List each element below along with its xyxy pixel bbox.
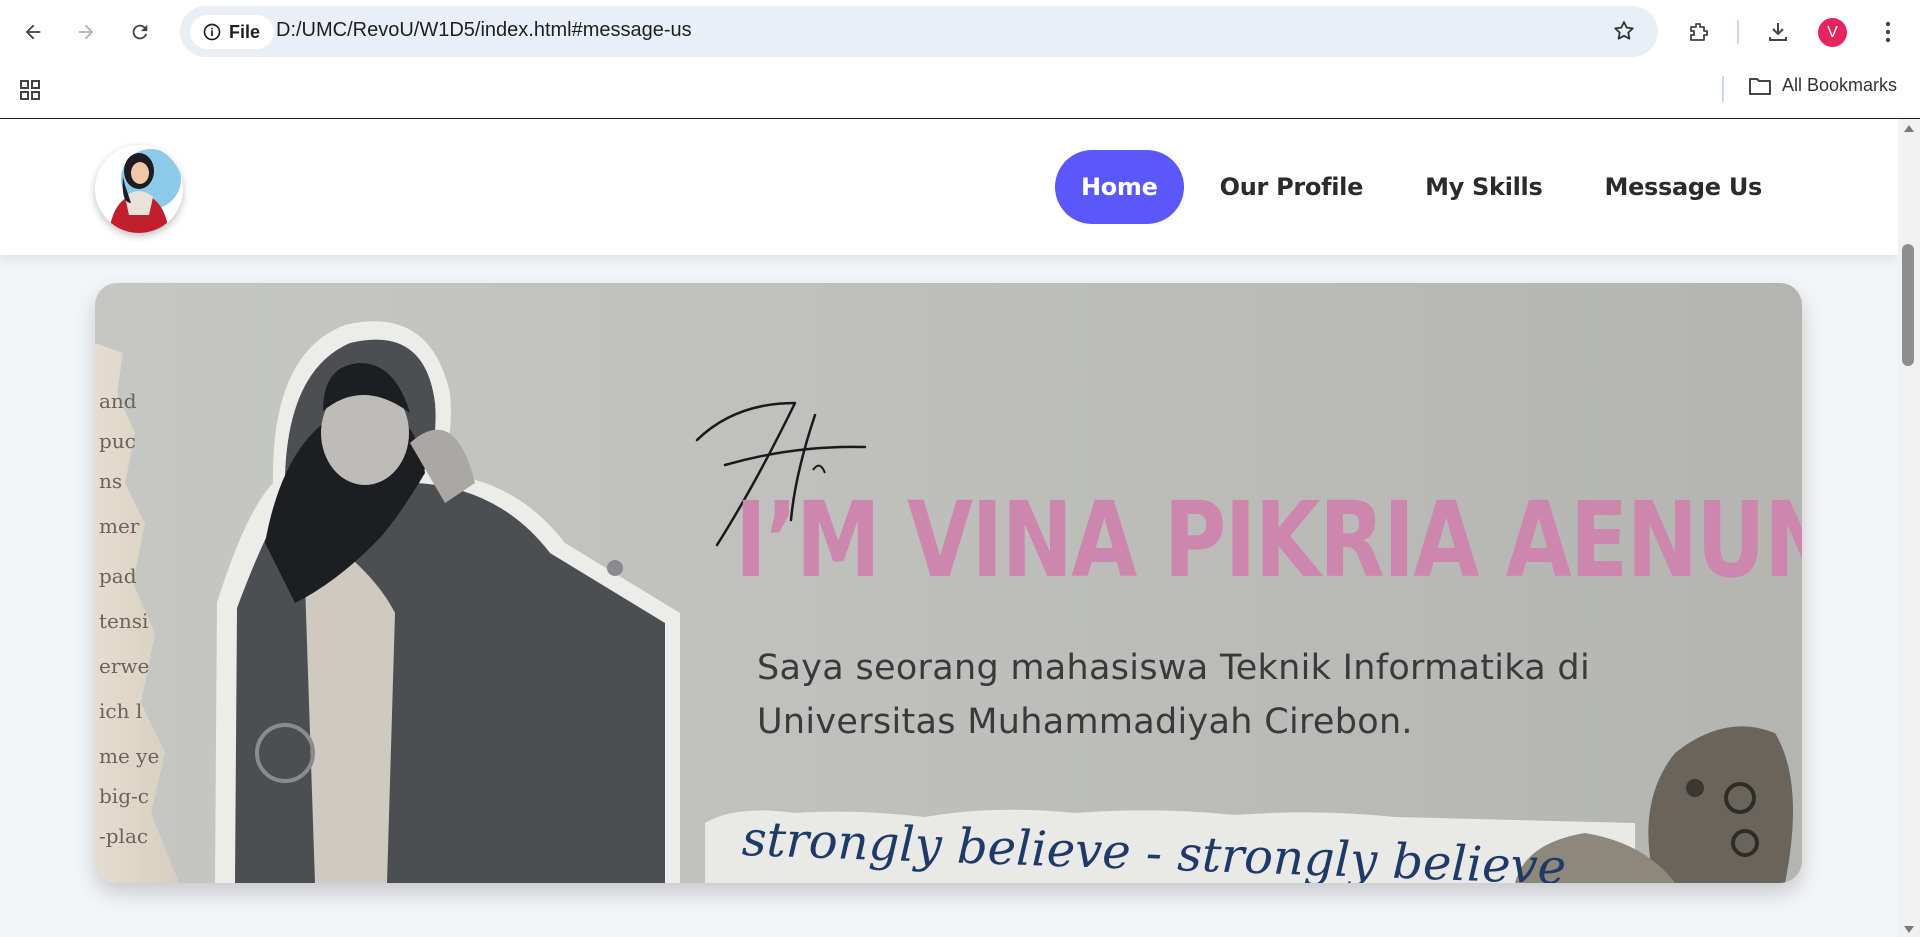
svg-text:me ye: me ye	[99, 744, 159, 768]
svg-text:ns: ns	[99, 469, 122, 493]
hero-banner: and puc ns mer pad tensi erwe ich l me ye big-…	[95, 283, 1802, 883]
extensions-button[interactable]	[1681, 14, 1717, 50]
apps-grid-icon	[20, 80, 40, 100]
url-text[interactable]: D:/UMC/RevoU/W1D5/index.html#message-us	[276, 19, 692, 42]
hero-description: Saya seorang mahasiswa Teknik Informatik…	[757, 648, 1590, 742]
hero-name-heading: I’M VINA PIKRIA AENUN	[735, 479, 1802, 601]
info-icon	[203, 23, 221, 41]
svg-text:erwe: erwe	[99, 654, 149, 678]
profile-avatar[interactable]: V	[1818, 18, 1847, 47]
nav-message-us[interactable]: Message Us	[1578, 150, 1788, 224]
bookmarks-bar: All Bookmarks	[0, 64, 1920, 119]
scrollbar-thumb[interactable]	[1902, 244, 1914, 366]
page-scrollbar[interactable]	[1898, 119, 1920, 937]
all-bookmarks-label: All Bookmarks	[1782, 75, 1898, 95]
more-icon	[1885, 21, 1891, 43]
site-info-chip[interactable]: File	[190, 15, 275, 49]
profile-photo-icon	[109, 149, 181, 233]
scroll-up-arrow-icon[interactable]	[1904, 125, 1914, 132]
extensions-icon	[1690, 23, 1708, 41]
bookmark-star-button[interactable]	[1612, 19, 1636, 47]
bookmarks-divider	[1722, 76, 1724, 102]
page-viewport: Home Our Profile My Skills Message Us an…	[0, 119, 1898, 937]
back-button[interactable]	[15, 14, 51, 50]
all-bookmarks-button[interactable]: All Bookmarks	[1748, 75, 1897, 96]
forward-button[interactable]	[68, 14, 104, 50]
main-nav: Home Our Profile My Skills Message Us	[1054, 150, 1788, 224]
forward-icon	[78, 24, 94, 40]
header-top-strip	[622, 119, 1298, 121]
svg-text:-plac: -plac	[99, 824, 148, 848]
site-header: Home Our Profile My Skills Message Us	[0, 119, 1898, 255]
toolbar-divider	[1737, 20, 1739, 44]
star-icon	[1614, 21, 1634, 40]
folder-icon	[1749, 77, 1771, 95]
nav-my-skills[interactable]: My Skills	[1399, 150, 1568, 224]
reload-icon	[132, 24, 148, 40]
profile-logo[interactable]	[95, 145, 183, 233]
nav-home[interactable]: Home	[1054, 150, 1184, 224]
site-info-label: File	[229, 21, 261, 42]
browser-chrome: File D:/UMC/RevoU/W1D5/index.html#messag…	[0, 0, 1920, 119]
browser-toolbar: File D:/UMC/RevoU/W1D5/index.html#messag…	[0, 0, 1920, 64]
scroll-down-arrow-icon[interactable]	[1904, 926, 1914, 933]
svg-text:big-c: big-c	[99, 784, 149, 808]
back-icon	[25, 24, 41, 40]
svg-text:puc: puc	[99, 429, 136, 453]
downloads-button[interactable]	[1760, 14, 1796, 50]
svg-text:tensi: tensi	[99, 609, 148, 633]
svg-text:and: and	[99, 389, 137, 413]
svg-text:mer: mer	[99, 514, 140, 538]
reload-button[interactable]	[122, 14, 158, 50]
browser-menu-button[interactable]	[1870, 14, 1906, 50]
svg-text:pad: pad	[99, 564, 137, 588]
apps-button[interactable]	[18, 78, 42, 106]
address-bar[interactable]: File D:/UMC/RevoU/W1D5/index.html#messag…	[180, 6, 1658, 57]
nav-our-profile[interactable]: Our Profile	[1194, 150, 1389, 224]
svg-text:ich l: ich l	[99, 699, 142, 723]
download-icon	[1769, 23, 1787, 41]
